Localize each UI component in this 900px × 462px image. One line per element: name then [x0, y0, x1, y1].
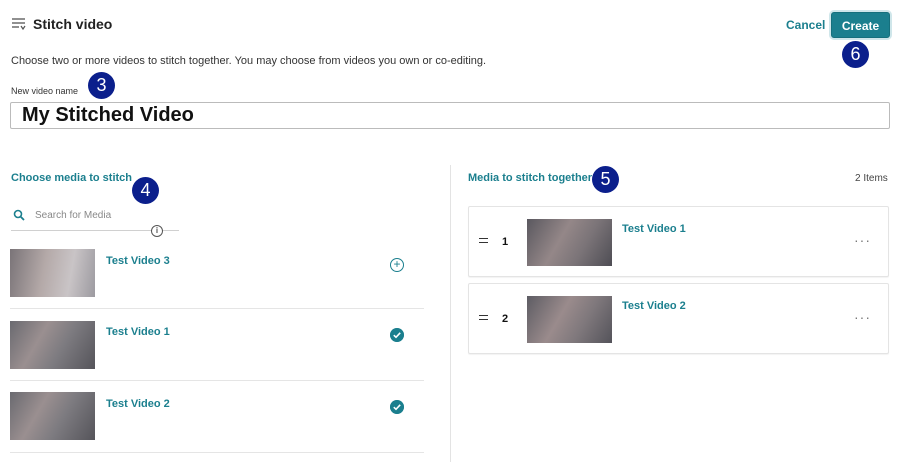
more-options-icon[interactable]: ··· — [854, 310, 871, 324]
media-item-title[interactable]: Test Video 3 — [106, 255, 170, 267]
page-title: Stitch video — [33, 16, 113, 32]
stitch-list-heading: Media to stitch together — [468, 172, 593, 184]
stitch-item-title[interactable]: Test Video 2 — [622, 300, 686, 312]
search-input[interactable]: Search for Media — [35, 210, 111, 221]
callout-badge-5: 5 — [592, 166, 619, 193]
order-number: 2 — [502, 313, 509, 325]
video-thumbnail — [10, 249, 95, 297]
menu-icon[interactable] — [12, 17, 26, 31]
callout-badge-6: 6 — [842, 41, 869, 68]
media-list-item[interactable]: Test Video 3 + — [10, 237, 424, 309]
panel-divider — [450, 165, 451, 462]
callout-badge-4: 4 — [132, 177, 159, 204]
check-circle-icon[interactable] — [390, 400, 404, 414]
media-list-item[interactable]: Test Video 1 — [10, 309, 424, 381]
video-name-input[interactable]: My Stitched Video — [10, 102, 890, 129]
drag-handle-icon[interactable] — [479, 315, 488, 320]
choose-media-heading: Choose media to stitch — [11, 172, 133, 184]
header: Stitch video Cancel Create — [0, 0, 900, 50]
cancel-button[interactable]: Cancel — [786, 18, 825, 32]
search-icon — [13, 209, 25, 221]
stitch-list-item[interactable]: 1 Test Video 1 ··· — [468, 206, 889, 277]
description-text: Choose two or more videos to stitch toge… — [11, 55, 487, 67]
order-number: 1 — [502, 236, 509, 248]
media-list-item[interactable]: Test Video 2 — [10, 381, 424, 453]
video-thumbnail — [527, 219, 612, 266]
video-thumbnail — [10, 321, 95, 369]
video-name-label: New video name — [11, 86, 79, 96]
callout-badge-3: 3 — [88, 72, 115, 99]
check-circle-icon[interactable] — [390, 328, 404, 342]
item-count: 2 Items — [855, 173, 888, 184]
stitch-item-title[interactable]: Test Video 1 — [622, 223, 686, 235]
plus-circle-icon[interactable]: + — [390, 258, 404, 272]
media-item-title[interactable]: Test Video 2 — [106, 398, 170, 410]
media-item-title[interactable]: Test Video 1 — [106, 326, 170, 338]
more-options-icon[interactable]: ··· — [854, 233, 871, 247]
stitch-list-item[interactable]: 2 Test Video 2 ··· — [468, 283, 889, 354]
info-icon[interactable]: i — [151, 225, 163, 237]
video-thumbnail — [10, 392, 95, 440]
drag-handle-icon[interactable] — [479, 238, 488, 243]
video-thumbnail — [527, 296, 612, 343]
create-button[interactable]: Create — [831, 12, 890, 38]
